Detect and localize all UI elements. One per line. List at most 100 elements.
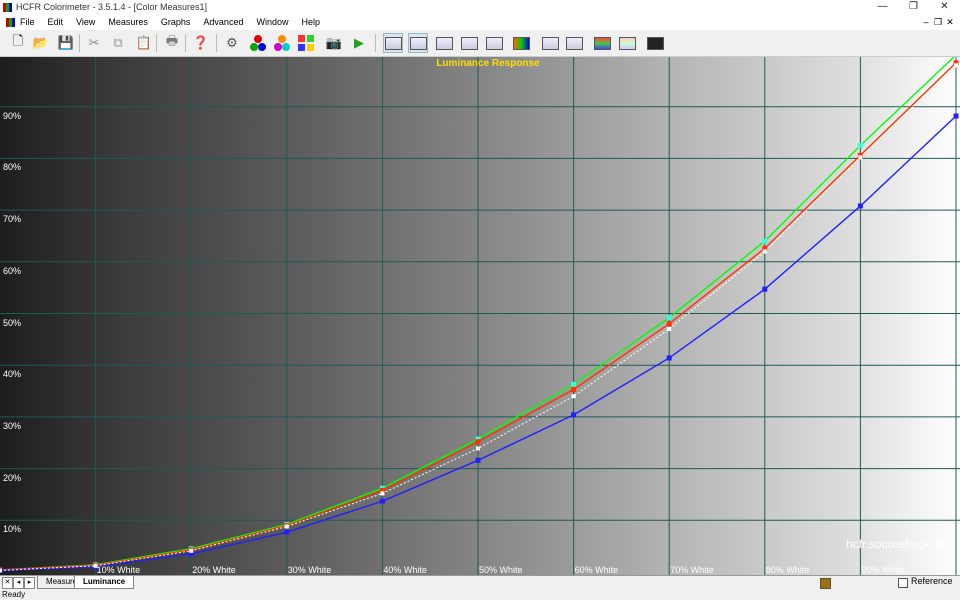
monitor-sat-icon[interactable] — [540, 33, 560, 53]
y-axis-label: 90% — [3, 110, 22, 121]
data-point-3-6 — [571, 394, 576, 399]
data-point-2-8 — [762, 286, 768, 292]
data-point-0-7 — [666, 315, 672, 321]
close-button[interactable]: ✕ — [929, 0, 960, 14]
open-folder-icon[interactable]: 📂 — [31, 33, 51, 53]
monitor-sat-alt-icon[interactable] — [564, 33, 584, 53]
paste-icon[interactable]: 📋 — [134, 33, 154, 53]
camera-icon[interactable]: 📷 — [324, 33, 344, 53]
data-point-3-8 — [762, 249, 767, 254]
luminance-graph[interactable]: Luminance Response 90% 80% 70% 60% 50% 40% 30%… — [0, 57, 960, 575]
mdi-close-button[interactable]: ✕ — [944, 14, 956, 30]
help-icon[interactable]: ❓ — [191, 33, 211, 53]
watermark-text: hcfr.sourceforge.net — [845, 537, 952, 551]
mdi-minimize-button[interactable]: – — [920, 14, 932, 30]
monitor-white-icon[interactable] — [484, 33, 504, 53]
y-axis-label: 30% — [3, 420, 22, 431]
copy-icon[interactable]: ⧉ — [108, 33, 128, 53]
menu-graphs[interactable]: Graphs — [161, 17, 191, 27]
data-point-0-9 — [857, 142, 863, 148]
prev-tab-button[interactable]: ◂ — [13, 577, 24, 589]
shield-icon — [820, 578, 831, 589]
x-axis-label: 90% White — [861, 565, 905, 575]
x-axis-label: 70% White — [670, 565, 714, 575]
y-axis-label: 80% — [3, 162, 22, 173]
restore-button[interactable]: ❐ — [898, 0, 929, 14]
menu-window[interactable]: Window — [256, 17, 288, 27]
next-tab-button[interactable]: ▸ — [24, 577, 35, 589]
x-axis-label: 50% White — [479, 565, 523, 575]
data-point-3-4 — [380, 491, 385, 496]
data-point-1-6 — [571, 386, 577, 392]
y-axis-label: 50% — [3, 317, 22, 328]
x-axis-label: 10% White — [96, 565, 141, 575]
menu-view[interactable]: View — [76, 17, 95, 27]
data-point-1-7 — [666, 321, 672, 327]
monitor-dark-icon[interactable] — [645, 33, 665, 53]
data-point-2-7 — [666, 355, 672, 361]
data-point-3-9 — [858, 155, 863, 160]
reference-label: Reference — [911, 576, 953, 586]
color-palette-icon[interactable] — [296, 33, 316, 53]
print-icon[interactable]: 🖶 — [162, 33, 182, 53]
monitor-gamma-icon[interactable] — [408, 33, 428, 53]
monitor-rgb-icon[interactable] — [434, 33, 454, 53]
menu-file[interactable]: File — [20, 17, 35, 27]
monitor-video-icon[interactable] — [511, 33, 531, 53]
data-point-2-6 — [571, 412, 577, 418]
monitor-bars-icon[interactable] — [617, 33, 637, 53]
rgb-balls-icon[interactable] — [248, 33, 268, 53]
data-point-1-5 — [475, 439, 481, 445]
app-icon — [3, 2, 12, 12]
monitor-luminance-icon[interactable] — [383, 33, 403, 53]
data-point-2-5 — [475, 457, 481, 463]
sensor-icon[interactable]: ⚙ — [222, 33, 242, 53]
y-axis-label: 60% — [3, 265, 22, 276]
cut-icon[interactable]: ✂ — [84, 33, 104, 53]
reference-checkbox[interactable] — [898, 578, 908, 588]
menu-measures[interactable]: Measures — [108, 17, 148, 27]
new-document-icon[interactable]: 🗋 — [8, 33, 28, 53]
x-axis-label: 30% White — [287, 565, 332, 575]
status-bar: Ready — [0, 589, 960, 600]
x-axis-label: 20% White — [192, 565, 236, 575]
data-point-0-6 — [571, 381, 577, 387]
data-point-3-5 — [476, 446, 480, 451]
data-point-3-3 — [284, 524, 289, 529]
toolbar: 🗋 📂 💾 ✂ ⧉ 📋 🖶 ❓ ⚙ 📷 ▶ — [0, 30, 960, 57]
monitor-gray-icon[interactable] — [592, 33, 612, 53]
data-point-3-0 — [0, 568, 2, 573]
data-point-3-2 — [189, 548, 194, 553]
title-bar: HCFR Colorimeter - 3.5.1.4 - [Color Meas… — [0, 0, 960, 14]
menu-edit[interactable]: Edit — [48, 17, 64, 27]
document-icon[interactable] — [6, 17, 15, 27]
menu-bar: File Edit View Measures Graphs Advanced … — [0, 14, 960, 30]
y-axis-label: 40% — [3, 369, 22, 380]
first-tab-button[interactable]: ✕ — [2, 577, 13, 589]
sheet-tab-bar: ✕ ◂ ▸ Measures Luminance Reference — [0, 575, 960, 590]
save-icon[interactable]: 💾 — [56, 33, 76, 53]
chart-title: Luminance Response — [436, 58, 540, 69]
x-axis-label: 80% White — [765, 565, 810, 575]
data-point-3-7 — [667, 327, 672, 332]
minimize-button[interactable]: — — [867, 0, 898, 14]
x-axis-label: 40% White — [383, 565, 427, 575]
luminance-chart — [0, 57, 960, 575]
data-point-2-9 — [857, 203, 863, 209]
menu-help[interactable]: Help — [301, 17, 320, 27]
window-title: HCFR Colorimeter - 3.5.1.4 - [Color Meas… — [16, 2, 208, 12]
x-axis-label: 60% White — [574, 565, 619, 575]
y-axis-label: 70% — [3, 214, 22, 225]
data-point-2-10 — [953, 113, 959, 119]
data-point-2-3 — [284, 529, 290, 535]
data-point-0-8 — [762, 238, 768, 244]
y-axis-label: 20% — [3, 472, 22, 483]
mdi-restore-button[interactable]: ❐ — [932, 14, 944, 30]
y-axis-label: 10% — [3, 524, 22, 535]
monitor-cie-icon[interactable] — [459, 33, 479, 53]
tab-luminance[interactable]: Luminance — [74, 576, 135, 589]
play-icon[interactable]: ▶ — [349, 33, 369, 53]
data-point-2-4 — [379, 498, 385, 504]
menu-advanced[interactable]: Advanced — [203, 17, 243, 27]
rgb-balls-alt-icon[interactable] — [272, 33, 292, 53]
